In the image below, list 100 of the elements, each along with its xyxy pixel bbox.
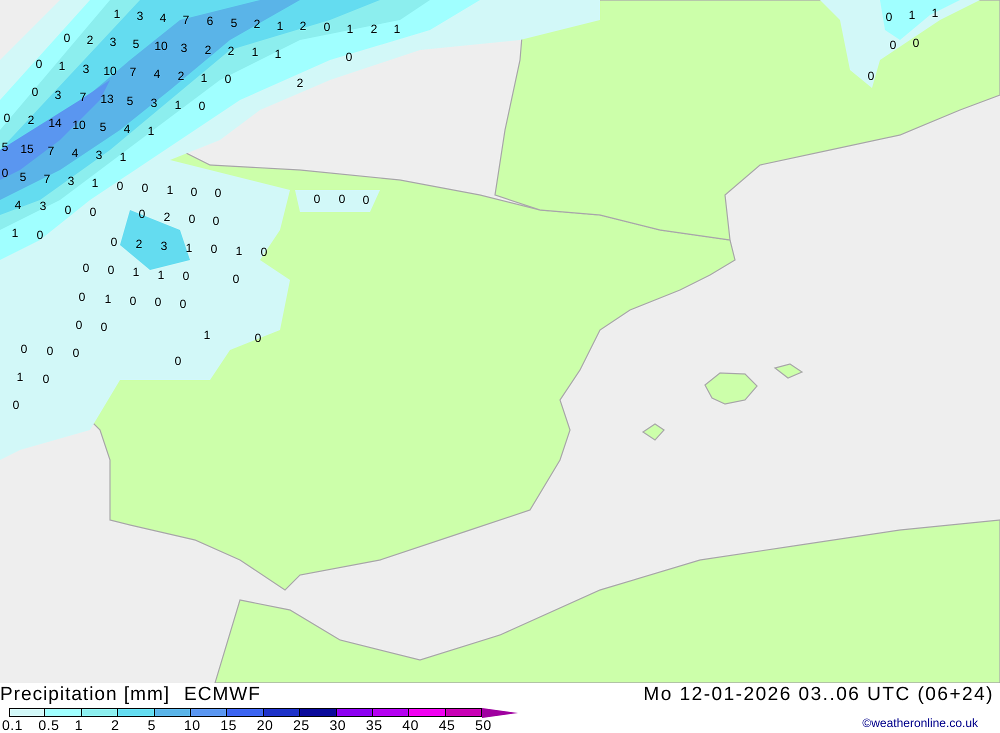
precipitation-value: 13 <box>100 92 114 106</box>
precipitation-value: 1 <box>120 150 126 164</box>
legend-label: 40 <box>402 718 420 733</box>
precipitation-value: 10 <box>72 118 86 132</box>
precipitation-value: 0 <box>36 57 42 71</box>
precipitation-value: 7 <box>48 144 54 158</box>
precipitation-value: 0 <box>868 69 874 83</box>
precipitation-value: 4 <box>14 198 22 212</box>
land-area <box>774 363 804 379</box>
precipitation-value: 5 <box>2 140 8 154</box>
precipitation-value: 0 <box>188 212 196 226</box>
precipitation-value: 1 <box>58 59 66 73</box>
legend-label: 30 <box>330 718 348 733</box>
precipitation-value: 0 <box>36 228 44 242</box>
legend-label: 0.5 <box>38 718 60 733</box>
model-name: ECMWF <box>184 684 261 706</box>
precipitation-value: 0 <box>212 214 220 228</box>
precipitation-value: 3 <box>180 41 188 55</box>
precipitation-value: 0 <box>76 318 82 332</box>
precipitation-value: 0 <box>346 50 352 64</box>
precipitation-value: 1 <box>276 19 284 33</box>
legend-label: 45 <box>438 718 456 733</box>
precipitation-value: 0 <box>224 72 232 86</box>
precipitation-value: 0 <box>324 20 330 34</box>
precipitation-value: 0 <box>214 186 222 200</box>
precipitation-value: 0 <box>20 342 28 356</box>
precipitation-value: 2 <box>164 210 170 224</box>
precipitation-value: 0 <box>46 344 54 358</box>
precipitation-value: 3 <box>150 96 158 110</box>
precipitation-value: 4 <box>124 122 130 136</box>
precipitation-value: 1 <box>92 176 98 190</box>
precipitation-value: 0 <box>64 203 72 217</box>
precipitation-value: 0 <box>362 193 370 207</box>
precipitation-value: 0 <box>180 297 186 311</box>
precipitation-value: 0 <box>72 346 80 360</box>
precipitation-value: 0 <box>130 294 136 308</box>
precipitation-value: 0 <box>110 235 118 249</box>
valid-time: Mo 12-01-2026 03..06 UTC (06+24) <box>643 683 995 707</box>
precipitation-value: 0 <box>90 205 96 219</box>
precipitation-value: 1 <box>132 265 140 279</box>
precipitation-value: 5 <box>132 37 140 51</box>
precipitation-value: 6 <box>206 14 214 28</box>
precipitation-value: 10 <box>103 64 117 78</box>
precipitation-value: 1 <box>932 6 938 20</box>
precipitation-value: 0 <box>174 354 182 368</box>
precipitation-value: 1 <box>174 98 182 112</box>
precipitation-value: 0 <box>42 372 50 386</box>
precipitation-value: 2 <box>296 76 304 90</box>
precipitation-value: 3 <box>82 62 90 76</box>
legend-label: 20 <box>256 718 274 733</box>
legend-label: 25 <box>293 718 311 733</box>
precipitation-value: 0 <box>182 269 190 283</box>
land-area <box>642 423 665 441</box>
precipitation-value: 3 <box>160 239 168 253</box>
precipitation-value: 0 <box>116 179 124 193</box>
precipitation-value: 0 <box>108 263 114 277</box>
legend-arrow-icon <box>482 708 518 718</box>
precipitation-value: 1 <box>186 241 192 255</box>
precipitation-value: 1 <box>274 47 282 61</box>
precipitation-value: 0 <box>154 295 162 309</box>
precipitation-value: 1 <box>16 370 24 384</box>
precipitation-value: 4 <box>160 11 166 25</box>
precipitation-value: 7 <box>80 90 86 104</box>
legend-label: 0.1 <box>2 718 24 733</box>
legend-label: 2 <box>111 718 120 733</box>
precipitation-value: 7 <box>182 13 190 27</box>
legend-label: 15 <box>220 718 238 733</box>
land-area <box>704 372 758 405</box>
copyright-text: ©weatheronline.co.uk <box>862 716 979 732</box>
precipitation-value: 0 <box>886 10 892 24</box>
precipitation-value: 1 <box>236 244 242 258</box>
precipitation-value: 0 <box>4 111 10 125</box>
precipitation-value: 15 <box>20 142 34 156</box>
precipitation-value: 1 <box>166 183 174 197</box>
precipitation-value: 0 <box>260 245 268 259</box>
precipitation-value: 0 <box>142 181 148 195</box>
precipitation-value: 0 <box>210 242 218 256</box>
precipitation-value: 0 <box>198 99 206 113</box>
precipitation-value: 0 <box>100 320 108 334</box>
precipitation-value: 0 <box>12 398 20 412</box>
precipitation-value: 2 <box>300 19 306 33</box>
precipitation-value: 4 <box>72 146 78 160</box>
precipitation-value: 3 <box>40 199 46 213</box>
precipitation-value: 7 <box>44 172 50 186</box>
precipitation-value: 3 <box>54 88 62 102</box>
precipitation-value: 0 <box>64 31 70 45</box>
precipitation-value: 2 <box>228 44 234 58</box>
legend-label: 5 <box>148 718 157 733</box>
precipitation-value: 10 <box>154 39 168 53</box>
precipitation-value: 1 <box>104 292 112 306</box>
legend-label: 35 <box>366 718 384 733</box>
precipitation-value: 1 <box>200 71 208 85</box>
legend-label: 1 <box>74 718 84 733</box>
precipitation-value: 1 <box>346 22 354 36</box>
precipitation-value: 1 <box>158 268 164 282</box>
precipitation-value: 3 <box>68 174 74 188</box>
precipitation-value: 5 <box>126 94 134 108</box>
chart-title: Precipitation [mm] <box>0 684 170 706</box>
precipitation-value: 0 <box>138 207 146 221</box>
precipitation-value: 1 <box>148 124 154 138</box>
